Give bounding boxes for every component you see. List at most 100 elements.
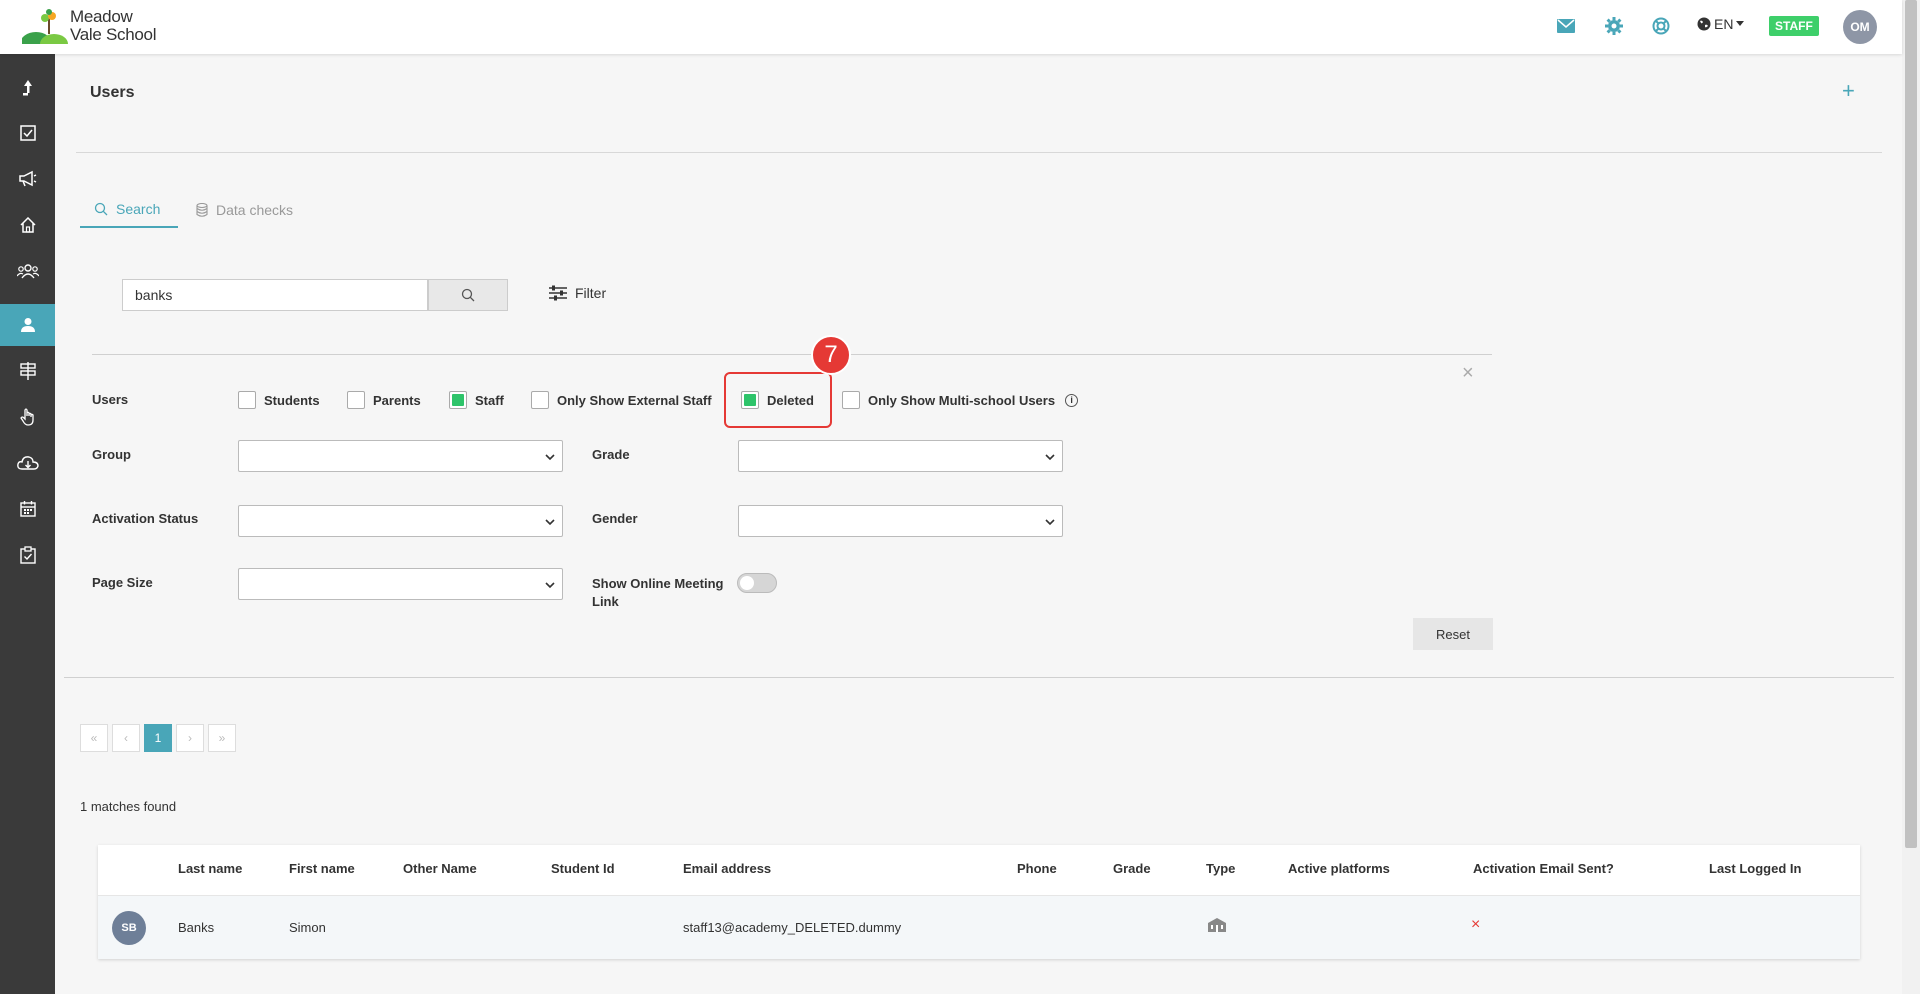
chevron-down-icon — [545, 454, 555, 461]
tab-data-checks[interactable]: Data checks — [196, 192, 293, 228]
column-header-last-name[interactable]: Last name — [178, 861, 242, 876]
column-header-grade[interactable]: Grade — [1113, 861, 1151, 876]
home-icon — [19, 217, 36, 233]
parents-checkbox[interactable]: Parents — [347, 391, 421, 409]
sidebar-item-assessments[interactable] — [0, 534, 55, 576]
reset-button[interactable]: Reset — [1413, 618, 1493, 650]
column-header-first-name[interactable]: First name — [289, 861, 355, 876]
multi-school-checkbox[interactable]: Only Show Multi-school Users i — [842, 391, 1079, 409]
filter-toggle-button[interactable]: Filter — [549, 285, 606, 301]
filter-label: Filter — [575, 285, 607, 301]
clipboard-check-icon — [19, 546, 36, 564]
pagination-page-current[interactable]: 1 — [144, 724, 172, 752]
sidebar-item-touch[interactable] — [0, 396, 55, 438]
staff-checkbox[interactable]: Staff — [449, 391, 504, 409]
column-header-activation-email-sent[interactable]: Activation Email Sent? — [1473, 861, 1614, 876]
tab-search[interactable]: Search — [80, 192, 178, 228]
students-checkbox[interactable]: Students — [238, 391, 320, 409]
add-user-button[interactable]: + — [1842, 80, 1855, 102]
external-staff-checkbox-label: Only Show External Staff — [557, 392, 712, 408]
mail-icon[interactable] — [1555, 15, 1577, 37]
school-name: Meadow Vale School — [70, 8, 156, 44]
column-header-active-platforms[interactable]: Active platforms — [1288, 861, 1390, 876]
sidebar-item-cloud[interactable] — [0, 442, 55, 484]
search-icon — [94, 202, 108, 216]
tab-data-checks-label: Data checks — [216, 202, 294, 218]
pagination-first[interactable]: « — [80, 724, 108, 752]
online-meeting-label-line2: Link — [592, 594, 619, 609]
group-label: Group — [92, 447, 131, 462]
pagination-prev[interactable]: ‹ — [112, 724, 140, 752]
info-icon[interactable]: i — [1065, 393, 1079, 407]
sidebar-item-groups[interactable] — [0, 250, 55, 292]
school-name-line1: Meadow — [70, 7, 133, 26]
group-icon — [16, 264, 39, 279]
tab-search-label: Search — [116, 201, 161, 217]
sidebar-item-tasks[interactable] — [0, 112, 55, 154]
close-filter-icon[interactable]: × — [1462, 362, 1474, 385]
parents-checkbox-box[interactable] — [347, 391, 365, 409]
gender-label: Gender — [592, 511, 638, 526]
external-staff-checkbox[interactable]: Only Show External Staff — [531, 391, 712, 409]
top-header: Meadow Vale School EN STAFF OM — [0, 0, 1902, 54]
search-input[interactable] — [122, 279, 428, 311]
multi-school-checkbox-box[interactable] — [842, 391, 860, 409]
page-scrollbar[interactable] — [1902, 0, 1920, 994]
sidebar-item-users[interactable] — [0, 304, 55, 346]
group-select[interactable] — [238, 440, 563, 472]
page-title: Users — [90, 84, 135, 101]
pagination-next[interactable]: › — [176, 724, 204, 752]
online-meeting-label: Show Online Meeting Link — [592, 575, 723, 611]
students-checkbox-box[interactable] — [238, 391, 256, 409]
upload-icon — [22, 80, 32, 96]
annotation-step-badge: 7 — [811, 335, 851, 375]
online-meeting-label-line1: Show Online Meeting — [592, 576, 724, 591]
chevron-down-icon — [545, 582, 555, 589]
column-header-student-id[interactable]: Student Id — [551, 861, 615, 876]
external-staff-checkbox-box[interactable] — [531, 391, 549, 409]
language-selector[interactable]: EN — [1697, 16, 1745, 32]
table-row[interactable]: SB Banks Simon staff13@academy_DELETED.d… — [98, 895, 1860, 959]
activation-email-not-sent-icon: × — [1471, 916, 1481, 933]
column-header-last-logged-in[interactable]: Last Logged In — [1709, 861, 1801, 876]
sidebar-item-signpost[interactable] — [0, 350, 55, 392]
gear-icon[interactable] — [1603, 15, 1625, 37]
gender-select[interactable] — [738, 505, 1063, 537]
chevron-down-icon — [1045, 454, 1055, 461]
tree-hill-logo-icon — [22, 9, 68, 44]
annotation-highlight-box — [724, 372, 832, 428]
filter-panel-divider — [92, 354, 1492, 355]
sidebar-item-home[interactable] — [0, 204, 55, 246]
title-divider — [76, 152, 1882, 153]
cloud-download-icon — [16, 456, 39, 470]
sidebar-item-upload[interactable] — [0, 66, 55, 108]
parents-checkbox-label: Parents — [373, 392, 421, 408]
language-code: EN — [1714, 16, 1734, 32]
staff-checkbox-box[interactable] — [449, 391, 467, 409]
globe-icon — [1697, 17, 1711, 31]
column-header-email[interactable]: Email address — [683, 861, 771, 876]
column-header-other-name[interactable]: Other Name — [403, 861, 477, 876]
activation-status-label: Activation Status — [92, 511, 199, 526]
sidebar-item-calendar[interactable] — [0, 488, 55, 530]
results-summary: 1 matches found — [80, 799, 177, 814]
activation-status-select[interactable] — [238, 505, 563, 537]
school-logo[interactable]: Meadow Vale School — [22, 6, 162, 46]
column-header-type[interactable]: Type — [1206, 861, 1235, 876]
staff-checkbox-label: Staff — [475, 392, 504, 408]
scrollbar-thumb[interactable] — [1905, 0, 1917, 848]
page-size-select[interactable] — [238, 568, 563, 600]
school-name-line2: Vale School — [70, 25, 157, 44]
multi-school-checkbox-label: Only Show Multi-school Users — [868, 392, 1056, 408]
grade-select[interactable] — [738, 440, 1063, 472]
column-header-phone[interactable]: Phone — [1017, 861, 1057, 876]
search-button[interactable] — [428, 279, 508, 311]
users-filter-label: Users — [92, 392, 129, 407]
pagination-last[interactable]: » — [208, 724, 236, 752]
results-divider — [64, 677, 1894, 678]
cell-first-name: Simon — [289, 920, 326, 935]
user-avatar[interactable]: OM — [1843, 10, 1877, 44]
online-meeting-toggle[interactable] — [737, 573, 777, 593]
sidebar-item-announcements[interactable] — [0, 158, 55, 200]
help-lifebuoy-icon[interactable] — [1650, 15, 1672, 37]
